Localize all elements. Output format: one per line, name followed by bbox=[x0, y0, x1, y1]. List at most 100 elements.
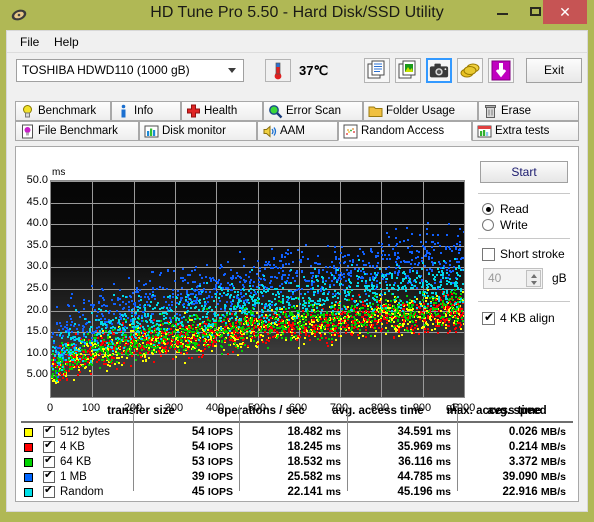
scatter-point bbox=[287, 253, 289, 255]
scatter-point bbox=[462, 257, 464, 259]
close-button[interactable]: ✕ bbox=[543, 0, 587, 24]
exit-button[interactable]: Exit bbox=[526, 58, 582, 83]
scatter-point bbox=[341, 246, 343, 248]
scatter-point bbox=[276, 277, 278, 279]
scatter-point bbox=[189, 315, 191, 317]
scatter-point bbox=[397, 296, 399, 298]
scatter-point bbox=[337, 332, 339, 334]
scatter-point bbox=[338, 327, 340, 329]
scatter-point bbox=[66, 363, 68, 365]
tab-folder-usage[interactable]: Folder Usage bbox=[363, 101, 478, 121]
scatter-point bbox=[435, 299, 437, 301]
scatter-point bbox=[453, 245, 455, 247]
scatter-point bbox=[456, 261, 458, 263]
scatter-point bbox=[131, 323, 133, 325]
stepper-up-icon[interactable] bbox=[531, 274, 537, 278]
scatter-point bbox=[372, 265, 374, 267]
tab-error-scan[interactable]: Error Scan bbox=[263, 101, 363, 121]
scatter-point bbox=[377, 304, 379, 306]
scatter-point bbox=[66, 379, 68, 381]
scatter-point bbox=[314, 311, 316, 313]
coins-icon[interactable] bbox=[457, 58, 483, 83]
scatter-point bbox=[445, 315, 447, 317]
scatter-point bbox=[369, 279, 371, 281]
scatter-point bbox=[102, 359, 104, 361]
table-row[interactable]: Random45 IOPS22.141 ms45.196 ms22.916 MB… bbox=[21, 483, 573, 500]
tab-extra-tests[interactable]: Extra tests bbox=[472, 121, 579, 141]
screenshot-camera-icon[interactable] bbox=[426, 58, 452, 83]
scatter-point bbox=[253, 289, 255, 291]
copy-image-icon[interactable] bbox=[395, 58, 421, 83]
download-arrow-icon[interactable] bbox=[488, 58, 514, 83]
grid-line-horizontal bbox=[51, 203, 464, 204]
scatter-point bbox=[351, 327, 353, 329]
scatter-point bbox=[113, 313, 115, 315]
scatter-point bbox=[278, 272, 280, 274]
tab-health[interactable]: Health bbox=[181, 101, 263, 121]
tab-aam[interactable]: AAM bbox=[257, 121, 338, 141]
scatter-point bbox=[58, 359, 60, 361]
scatter-point bbox=[409, 299, 411, 301]
scatter-point bbox=[267, 309, 269, 311]
scatter-point bbox=[376, 274, 378, 276]
scatter-point bbox=[439, 263, 441, 265]
scatter-point bbox=[316, 279, 318, 281]
tab-info[interactable]: Info bbox=[111, 101, 181, 121]
menu-file[interactable]: File bbox=[15, 34, 44, 50]
scatter-point bbox=[84, 342, 86, 344]
stepper-down-icon[interactable] bbox=[531, 281, 537, 285]
start-button[interactable]: Start bbox=[480, 161, 568, 183]
table-row[interactable]: 512 bytes54 IOPS18.482 ms34.591 ms0.026 … bbox=[21, 423, 573, 440]
scatter-point bbox=[385, 268, 387, 270]
tab-random-access[interactable]: Random Access bbox=[338, 121, 472, 141]
scatter-point bbox=[373, 312, 375, 314]
scatter-point bbox=[271, 304, 273, 306]
scatter-point bbox=[279, 260, 281, 262]
minimize-button[interactable] bbox=[487, 0, 517, 24]
tab-erase[interactable]: Erase bbox=[478, 101, 579, 121]
copy-text-icon[interactable] bbox=[364, 58, 390, 83]
y-tick-label: 35.0 bbox=[26, 239, 48, 251]
scatter-point bbox=[142, 360, 144, 362]
scatter-point bbox=[317, 255, 319, 257]
scatter-point bbox=[196, 289, 198, 291]
scatter-point bbox=[365, 282, 367, 284]
scatter-point bbox=[150, 341, 152, 343]
scatter-point bbox=[387, 330, 389, 332]
scatter-point bbox=[334, 277, 336, 279]
short-stroke-stepper[interactable]: 40 bbox=[483, 268, 543, 289]
tab-disk-monitor[interactable]: Disk monitor bbox=[139, 121, 257, 141]
scatter-point bbox=[98, 359, 100, 361]
table-row[interactable]: 64 KB53 IOPS18.532 ms36.116 ms3.372 MB/s bbox=[21, 453, 573, 470]
menu-help[interactable]: Help bbox=[49, 34, 84, 50]
scatter-point bbox=[229, 339, 231, 341]
scatter-point bbox=[331, 341, 333, 343]
scatter-point bbox=[448, 318, 450, 320]
scatter-point bbox=[284, 274, 286, 276]
tab-file-benchmark[interactable]: File Benchmark bbox=[15, 121, 139, 141]
scatter-point bbox=[372, 310, 374, 312]
drive-select[interactable]: TOSHIBA HDWD110 (1000 gB) bbox=[16, 59, 244, 82]
scatter-point bbox=[417, 256, 419, 258]
table-row[interactable]: 4 KB54 IOPS18.245 ms35.969 ms0.214 MB/s bbox=[21, 438, 573, 455]
scatter-point bbox=[143, 348, 145, 350]
scatter-point bbox=[144, 296, 146, 298]
scatter-point bbox=[194, 296, 196, 298]
scatter-point bbox=[292, 293, 294, 295]
scatter-point bbox=[454, 289, 456, 291]
scatter-point bbox=[193, 303, 195, 305]
scatter-point bbox=[285, 337, 287, 339]
scatter-point bbox=[61, 349, 63, 351]
stepper-buttons[interactable] bbox=[526, 270, 541, 287]
tab-benchmark[interactable]: Benchmark bbox=[15, 101, 111, 121]
scatter-point bbox=[256, 302, 258, 304]
scatter-point bbox=[229, 318, 231, 320]
scatter-point bbox=[395, 237, 397, 239]
scatter-point bbox=[189, 342, 191, 344]
scatter-point bbox=[336, 281, 338, 283]
cell-avg-speed: 3.372 MB/s bbox=[508, 456, 566, 468]
table-row[interactable]: 1 MB39 IOPS25.582 ms44.785 ms39.090 MB/s bbox=[21, 468, 573, 485]
scatter-point bbox=[178, 336, 180, 338]
scatter-point bbox=[338, 321, 340, 323]
scatter-point bbox=[374, 327, 376, 329]
